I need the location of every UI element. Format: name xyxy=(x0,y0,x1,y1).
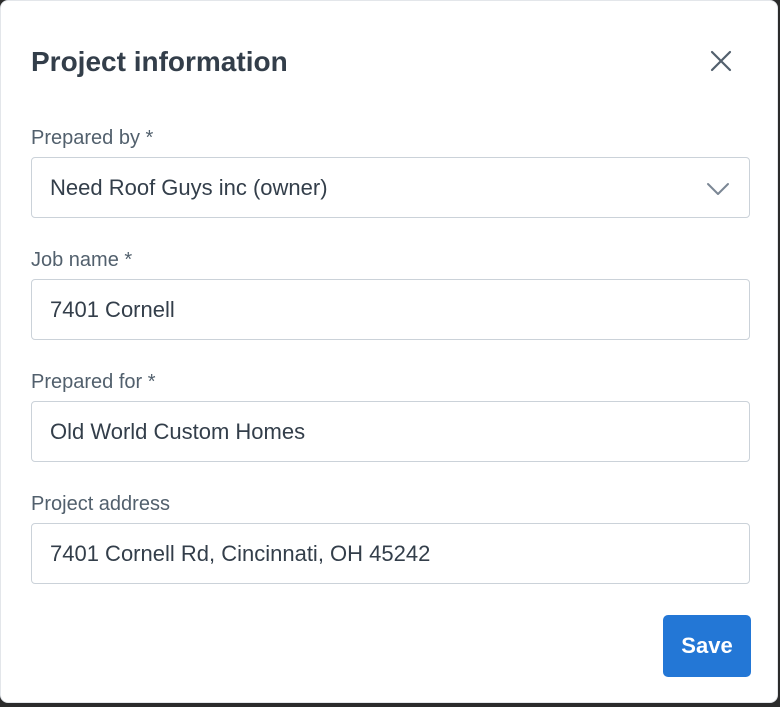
job-name-label: Job name * xyxy=(31,249,133,271)
close-button[interactable] xyxy=(701,41,741,81)
prepared-by-select[interactable]: Need Roof Guys inc (owner) xyxy=(31,157,750,218)
save-button[interactable]: Save xyxy=(663,615,751,677)
prepared-for-input[interactable]: Old World Custom Homes xyxy=(31,401,750,462)
prepared-for-label: Prepared for * xyxy=(31,371,156,393)
project-address-input[interactable]: 7401 Cornell Rd, Cincinnati, OH 45242 xyxy=(31,523,750,584)
dialog-title: Project information xyxy=(31,46,288,77)
close-icon xyxy=(710,50,732,72)
prepared-by-value: Need Roof Guys inc (owner) xyxy=(50,174,328,200)
chevron-down-icon xyxy=(707,183,729,195)
job-name-value: 7401 Cornell xyxy=(50,296,175,322)
job-name-input[interactable]: 7401 Cornell xyxy=(31,279,750,340)
project-address-label: Project address xyxy=(31,493,170,515)
project-address-value: 7401 Cornell Rd, Cincinnati, OH 45242 xyxy=(50,540,431,566)
prepared-for-value: Old World Custom Homes xyxy=(50,418,306,444)
project-information-dialog: Project information Prepared by * Need R… xyxy=(0,0,778,703)
prepared-by-label: Prepared by * xyxy=(31,127,154,149)
